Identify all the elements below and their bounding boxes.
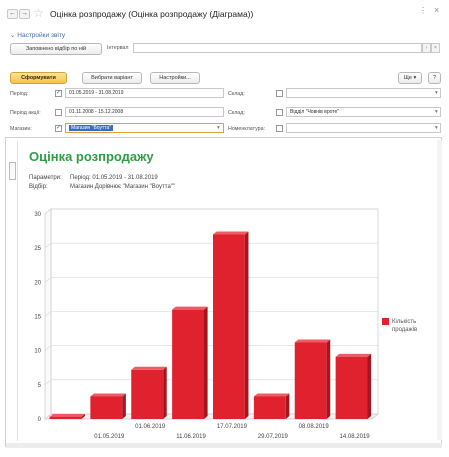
bar xyxy=(131,369,164,419)
bar xyxy=(172,309,205,419)
bar-top xyxy=(253,393,290,397)
bar-top xyxy=(335,353,372,357)
y-tick-label: 30 xyxy=(34,212,41,218)
bar xyxy=(212,234,245,419)
x-tick-label: 08.08.2019 xyxy=(299,424,330,430)
bar-side xyxy=(326,339,331,419)
legend-swatch xyxy=(382,318,389,325)
y-tick-label: 20 xyxy=(34,280,41,286)
bar-side xyxy=(244,231,249,419)
bar-side xyxy=(163,366,167,419)
y-tick-label: 0 xyxy=(38,417,42,423)
bar-side xyxy=(204,306,208,419)
bar-side xyxy=(367,353,372,419)
x-tick-label: 17.07.2019 xyxy=(217,424,248,430)
y-tick-label: 25 xyxy=(34,246,41,252)
y-tick-label: 10 xyxy=(34,349,41,355)
bar xyxy=(294,342,327,419)
y-tick-label: 5 xyxy=(38,383,42,389)
bar-top xyxy=(172,306,208,310)
x-tick-label: 01.05.2019 xyxy=(94,434,125,440)
legend-label-line-2: продажів xyxy=(392,327,417,333)
bar xyxy=(253,396,286,419)
bar-top xyxy=(49,413,85,417)
bar xyxy=(90,396,123,419)
bar-top xyxy=(212,231,249,235)
x-tick-label: 01.06.2019 xyxy=(135,424,166,430)
bar-side xyxy=(285,393,290,419)
sales-chart: 0 5 10 15 20 25 30 01.06.2019 17.07.2019 08.08.20… xyxy=(34,208,417,440)
x-tick-label: 11.06.2019 xyxy=(176,434,206,440)
bar xyxy=(335,356,368,419)
x-tick-label: 29.07.2019 xyxy=(258,434,289,440)
bar-top xyxy=(294,339,331,343)
bar-top xyxy=(131,366,167,370)
bar-top xyxy=(90,393,126,397)
x-tick-label: 14.08.2019 xyxy=(340,434,371,440)
y-tick-label: 15 xyxy=(34,315,41,321)
bar-side xyxy=(122,393,126,419)
bar xyxy=(49,416,82,419)
legend-label: Кількість xyxy=(392,319,416,325)
